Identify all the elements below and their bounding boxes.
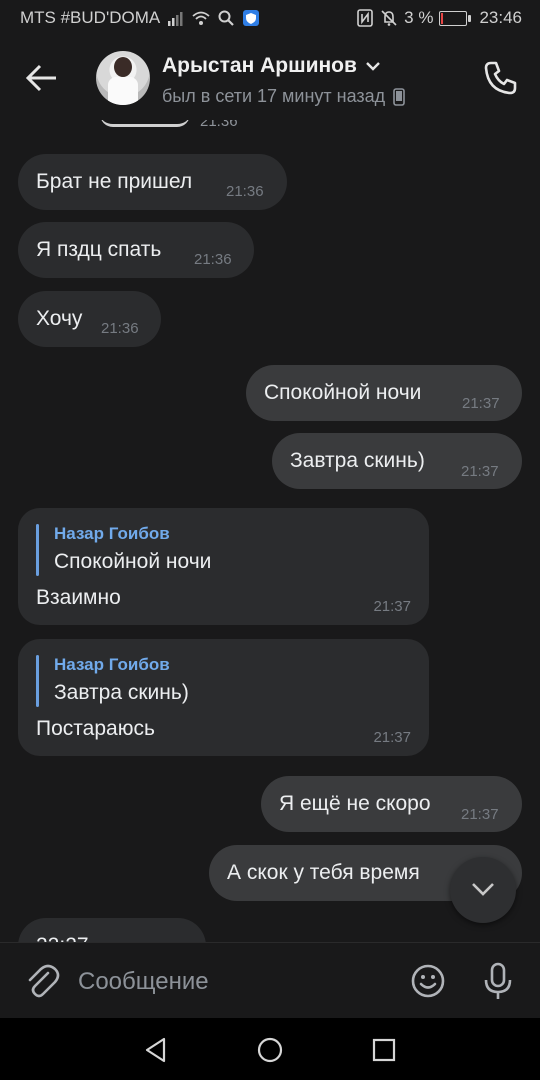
battery-level-fill <box>441 12 444 24</box>
reply-author: Назар Гоибов <box>54 524 170 543</box>
quote-bar <box>36 524 39 576</box>
sticker-partial <box>100 120 190 127</box>
message-time: 21:37 <box>373 598 411 615</box>
message-time: 21:36 <box>226 183 264 200</box>
shield-icon <box>243 10 260 26</box>
reply-message-bubble[interactable]: Назар Гоибов Завтра скинь) Постараюсь 21… <box>18 639 429 756</box>
message-time: 21:37 <box>461 806 499 823</box>
message-time: 21:37 <box>373 729 411 746</box>
message-bubble[interactable]: 22:27 <box>18 918 206 942</box>
message-bubble[interactable]: Хочу 21:36 <box>18 291 161 347</box>
message-text: Постараюсь <box>36 717 155 740</box>
contact-name[interactable]: Арыстан Аршинов <box>162 54 381 78</box>
quote-bar <box>36 655 39 707</box>
nav-back-icon[interactable] <box>142 1036 170 1064</box>
message-bubble[interactable]: Брат не пришел 21:36 <box>18 154 287 210</box>
message-text: Спокойной ночи <box>264 381 422 404</box>
message-time: 21:37 <box>461 463 499 480</box>
microphone-icon[interactable] <box>480 961 516 1001</box>
message-time: 21:37 <box>462 395 500 412</box>
message-bubble[interactable]: Завтра скинь) 21:37 <box>272 433 522 489</box>
wifi-icon <box>192 11 210 25</box>
message-bubble[interactable]: Я ещё не скоро 21:37 <box>261 776 522 832</box>
reply-message-bubble[interactable]: Назар Гоибов Спокойной ночи Взаимно 21:3… <box>18 508 429 625</box>
clock: 23:46 <box>479 8 522 27</box>
scroll-to-bottom-button[interactable] <box>450 857 516 923</box>
search-icon <box>218 10 234 26</box>
chevron-down-icon <box>366 62 380 71</box>
chat-header: Арыстан Аршинов был в сети 17 минут наза… <box>0 36 540 120</box>
signal-icon <box>168 12 183 26</box>
emoji-icon[interactable] <box>410 963 446 999</box>
message-text: Взаимно <box>36 586 121 609</box>
muted-bell-icon <box>381 10 397 26</box>
phone-icon[interactable] <box>480 58 520 98</box>
nav-recents-icon[interactable] <box>370 1036 398 1064</box>
message-text: Я ещё не скоро <box>279 792 431 815</box>
system-navigation-bar <box>0 1018 540 1080</box>
message-time: 21:36 <box>101 320 139 337</box>
message-text: Завтра скинь) <box>290 449 425 472</box>
message-composer <box>0 942 540 1019</box>
message-time: 21:36 <box>194 251 232 268</box>
carrier-label: MTS #BUD'DOMA <box>20 8 161 27</box>
paperclip-icon[interactable] <box>24 963 60 999</box>
battery-icon <box>439 10 472 26</box>
message-input[interactable] <box>76 959 390 1005</box>
arrow-left-icon[interactable] <box>22 58 62 98</box>
message-bubble[interactable]: Я пздц спать 21:36 <box>18 222 254 278</box>
nfc-icon <box>357 9 373 27</box>
message-text: Брат не пришел <box>36 170 193 193</box>
message-time: 21:36 <box>200 120 238 130</box>
mobile-device-icon <box>393 87 405 106</box>
message-text: Я пздц спать <box>36 238 162 261</box>
nav-home-icon[interactable] <box>256 1036 284 1064</box>
battery-percent: 3 % <box>404 8 434 27</box>
message-text: Хочу <box>36 307 83 330</box>
contact-name-label: Арыстан Аршинов <box>162 54 357 77</box>
last-seen-label: был в сети 17 минут назад <box>162 86 386 106</box>
message-text: А скок у тебя время <box>227 861 420 884</box>
reply-quoted-text: Завтра скинь) <box>54 681 189 704</box>
message-list[interactable]: 21:36 Брат не пришел 21:36 Я пздц спать … <box>0 120 540 942</box>
message-bubble[interactable]: Спокойной ночи 21:37 <box>246 365 522 421</box>
avatar[interactable] <box>96 51 150 105</box>
reply-quoted-text: Спокойной ночи <box>54 550 212 573</box>
status-bar: MTS #BUD'DOMA 3 % 23:46 <box>0 0 540 36</box>
chevron-down-icon <box>472 883 494 896</box>
reply-author: Назар Гоибов <box>54 655 170 674</box>
message-text: 22:27 <box>36 934 89 942</box>
contact-status: был в сети 17 минут назад <box>162 86 405 107</box>
